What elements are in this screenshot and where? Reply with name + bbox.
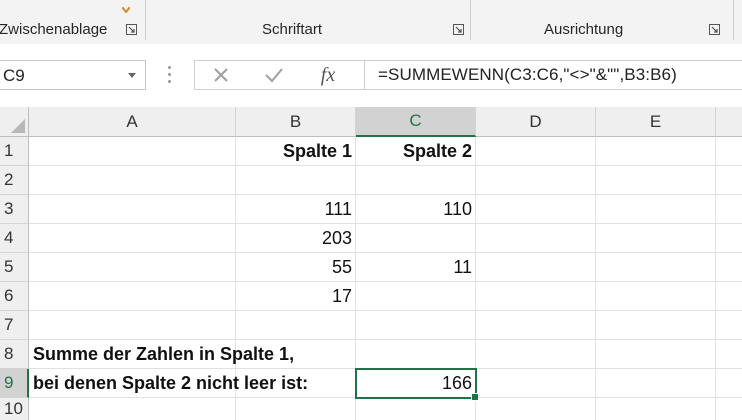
cell-b3[interactable]: 111 (236, 195, 356, 224)
cell-c5[interactable]: 11 (356, 253, 476, 282)
drag-handle-icon[interactable] (168, 66, 172, 86)
select-all-button[interactable] (0, 107, 29, 137)
group-label-alignment: Ausrichtung (544, 21, 624, 38)
row-header-7[interactable]: 7 (0, 311, 29, 340)
cell-c3[interactable]: 110 (356, 195, 476, 224)
row-header-6[interactable]: 6 (0, 282, 29, 311)
name-box-value: C9 (3, 66, 25, 85)
row-header-2[interactable]: 2 (0, 166, 29, 195)
cell-b1[interactable]: Spalte 1 (236, 137, 356, 166)
gridline (715, 137, 716, 420)
insert-function-button[interactable]: fx (310, 60, 346, 90)
column-header-a[interactable]: A (29, 107, 236, 137)
column-header-d[interactable]: D (476, 107, 596, 137)
spreadsheet-grid: A B C D E 1 2 3 4 5 6 7 8 9 10 Spalte 1 … (0, 107, 742, 420)
formula-input[interactable]: =SUMMEWENN(C3:C6,"<>"&"",B3:B6) (364, 60, 742, 90)
formula-text: =SUMMEWENN(C3:C6,"<>"&"",B3:B6) (378, 65, 677, 84)
row-header-8[interactable]: 8 (0, 340, 29, 369)
cell-a9[interactable]: bei denen Spalte 2 nicht leer ist: (29, 369, 356, 398)
ribbon: Zwischenablage Schriftart Ausrichtung (0, 0, 742, 45)
name-box[interactable]: C9 (0, 60, 146, 90)
group-label-clipboard: Zwischenablage (0, 21, 108, 38)
group-separator (470, 0, 471, 40)
row-header-3[interactable]: 3 (0, 195, 29, 224)
clipboard-launcher-icon[interactable] (126, 24, 137, 35)
row-header-10[interactable]: 10 (0, 398, 29, 420)
group-label-font: Schriftart (262, 21, 323, 38)
checkmark-icon[interactable] (256, 60, 292, 90)
cell-b6[interactable]: 17 (236, 282, 356, 311)
font-launcher-icon[interactable] (453, 24, 464, 35)
cell-a8[interactable]: Summe der Zahlen in Spalte 1, (29, 340, 356, 369)
row-header-1[interactable]: 1 (0, 137, 29, 166)
fill-handle[interactable] (471, 393, 479, 401)
column-header-b[interactable]: B (236, 107, 356, 137)
group-separator (145, 0, 146, 40)
fx-icon: fx (320, 63, 336, 86)
row-header-5[interactable]: 5 (0, 253, 29, 282)
row-header-9[interactable]: 9 (0, 369, 29, 398)
formula-bar: C9 fx =SUMMEWENN(C3:C6,"<>"&"",B3:B6) (0, 44, 742, 107)
group-separator (733, 0, 734, 40)
chevron-down-icon[interactable] (128, 73, 136, 78)
column-header-e[interactable]: E (596, 107, 716, 137)
cell-b5[interactable]: 55 (236, 253, 356, 282)
column-header-f[interactable] (716, 107, 742, 137)
paste-brush-icon[interactable] (121, 0, 131, 14)
cell-c1[interactable]: Spalte 2 (356, 137, 476, 166)
gridline (29, 310, 742, 311)
cancel-x-icon[interactable] (203, 60, 239, 90)
gridline (595, 137, 596, 420)
cell-b4[interactable]: 203 (236, 224, 356, 253)
alignment-launcher-icon[interactable] (709, 24, 720, 35)
column-header-c[interactable]: C (356, 107, 476, 137)
selected-cell-outline (355, 368, 479, 401)
row-header-4[interactable]: 4 (0, 224, 29, 253)
